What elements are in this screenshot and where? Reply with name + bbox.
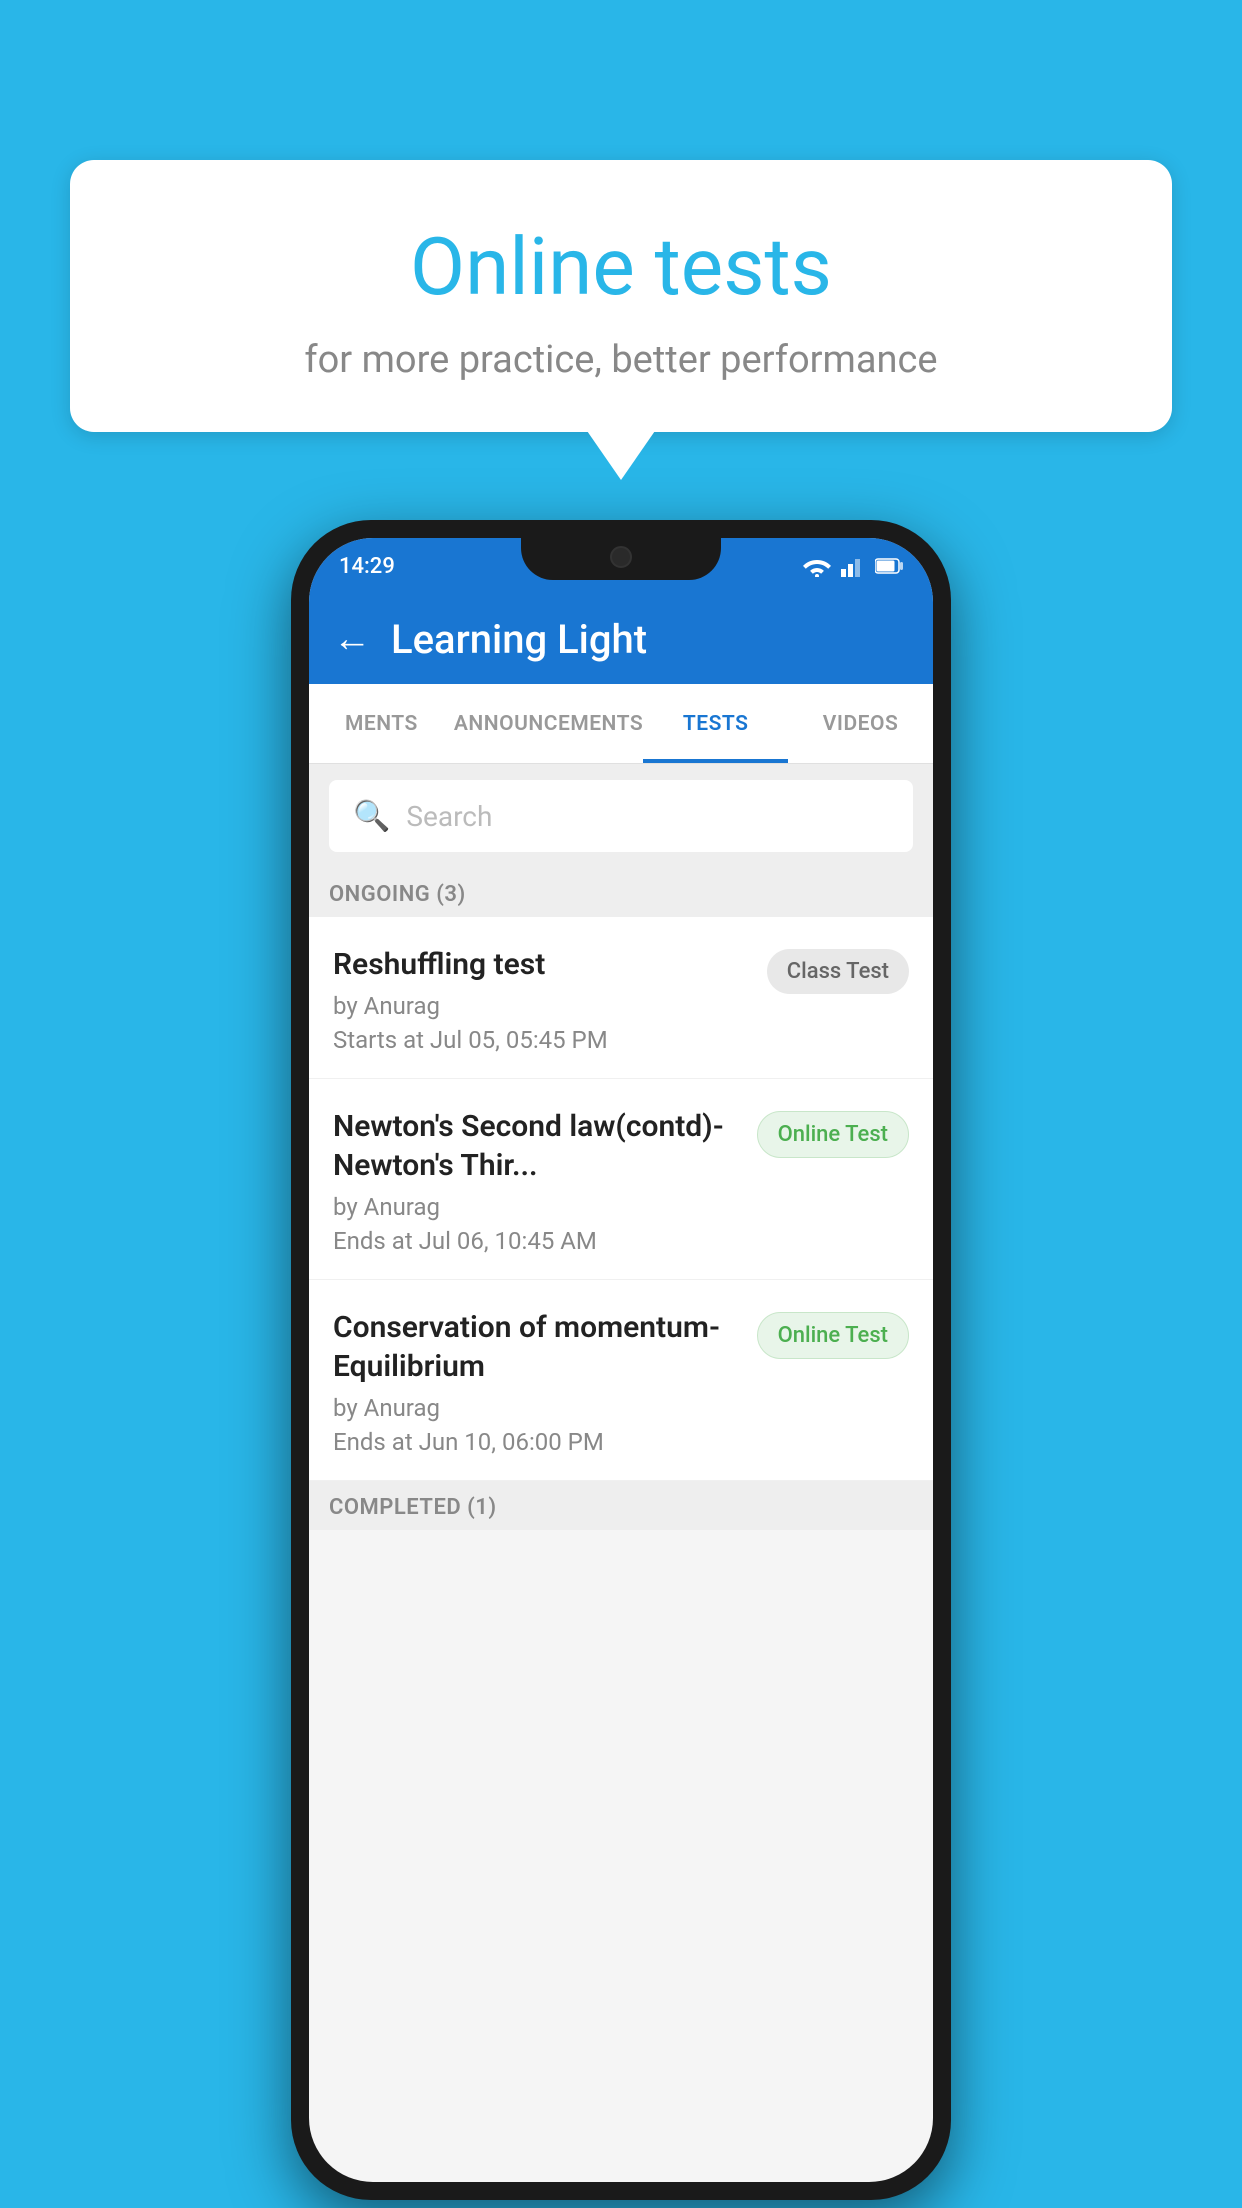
- status-time: 14:29: [339, 554, 395, 579]
- test-time-2: Ends at Jul 06, 10:45 AM: [333, 1227, 741, 1255]
- battery-icon: [875, 557, 903, 575]
- bubble-subtitle: for more practice, better performance: [110, 338, 1132, 382]
- test-content-1: Reshuffling test by Anurag Starts at Jul…: [333, 945, 751, 1054]
- test-item-1[interactable]: Reshuffling test by Anurag Starts at Jul…: [309, 917, 933, 1079]
- phone-notch: [521, 538, 721, 580]
- test-list: Reshuffling test by Anurag Starts at Jul…: [309, 917, 933, 1481]
- test-badge-3: Online Test: [757, 1312, 909, 1359]
- test-time-1: Starts at Jul 05, 05:45 PM: [333, 1026, 751, 1054]
- test-content-3: Conservation of momentum-Equilibrium by …: [333, 1308, 741, 1456]
- test-item-2[interactable]: Newton's Second law(contd)-Newton's Thir…: [309, 1079, 933, 1280]
- ongoing-section-label: ONGOING (3): [309, 868, 933, 917]
- test-badge-1: Class Test: [767, 949, 909, 994]
- test-name-1: Reshuffling test: [333, 945, 751, 984]
- search-container: 🔍 Search: [309, 764, 933, 868]
- speech-bubble: Online tests for more practice, better p…: [70, 160, 1172, 432]
- tab-tests[interactable]: TESTS: [643, 684, 788, 763]
- app-title: Learning Light: [391, 616, 647, 663]
- search-box[interactable]: 🔍 Search: [329, 780, 913, 852]
- status-icons: [803, 555, 903, 577]
- search-icon: 🔍: [353, 799, 390, 834]
- test-by-2: by Anurag: [333, 1193, 741, 1221]
- phone-camera: [610, 546, 632, 568]
- signal-icon: [841, 555, 865, 577]
- tab-announcements[interactable]: ANNOUNCEMENTS: [454, 684, 643, 763]
- completed-section-label: COMPLETED (1): [309, 1481, 933, 1530]
- app-bar: ← Learning Light: [309, 594, 933, 684]
- test-item-3[interactable]: Conservation of momentum-Equilibrium by …: [309, 1280, 933, 1481]
- test-by-1: by Anurag: [333, 992, 751, 1020]
- test-content-2: Newton's Second law(contd)-Newton's Thir…: [333, 1107, 741, 1255]
- test-by-3: by Anurag: [333, 1394, 741, 1422]
- phone-mockup: 14:29: [291, 520, 951, 2200]
- test-time-3: Ends at Jun 10, 06:00 PM: [333, 1428, 741, 1456]
- tab-ments[interactable]: MENTS: [309, 684, 454, 763]
- test-badge-2: Online Test: [757, 1111, 909, 1158]
- wifi-icon: [803, 555, 831, 577]
- tab-videos[interactable]: VIDEOS: [788, 684, 933, 763]
- test-name-3: Conservation of momentum-Equilibrium: [333, 1308, 741, 1386]
- test-name-2: Newton's Second law(contd)-Newton's Thir…: [333, 1107, 741, 1185]
- bubble-title: Online tests: [110, 220, 1132, 314]
- search-placeholder: Search: [406, 800, 492, 833]
- tabs-bar: MENTS ANNOUNCEMENTS TESTS VIDEOS: [309, 684, 933, 764]
- phone-screen: 14:29: [309, 538, 933, 2182]
- phone-outer: 14:29: [291, 520, 951, 2200]
- back-button[interactable]: ←: [333, 617, 371, 661]
